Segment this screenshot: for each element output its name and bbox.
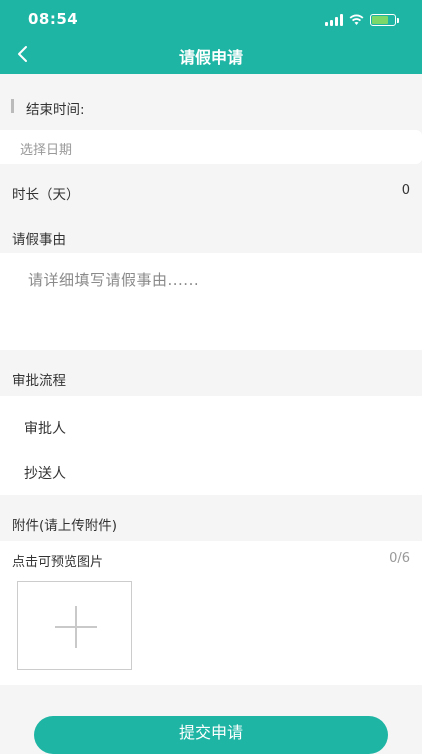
- preview-hint: 点击可预览图片: [12, 555, 104, 570]
- duration-label: 时长（天）: [12, 187, 80, 203]
- add-image-button[interactable]: [17, 581, 132, 670]
- duration-value: 0: [401, 183, 410, 198]
- signal-icon: [325, 14, 343, 26]
- page-title: 请假申请: [178, 48, 243, 67]
- approval-flow-label: 审批流程: [12, 373, 66, 389]
- reason-label: 请假事由: [12, 232, 66, 248]
- attachment-section: 点击可预览图片 0/6: [0, 541, 422, 685]
- submit-button[interactable]: 提交申请: [34, 716, 388, 754]
- wifi-icon: [349, 14, 364, 25]
- approver-item[interactable]: 审批人: [24, 418, 66, 438]
- end-time-label: 结束时间:: [26, 102, 85, 118]
- section-marker: [11, 99, 14, 113]
- reason-textarea[interactable]: 请详细填写请假事由......: [0, 253, 422, 350]
- approval-flow-section: 审批人 抄送人: [0, 396, 422, 495]
- date-placeholder: 选择日期: [20, 143, 73, 158]
- attachment-label: 附件(请上传附件): [12, 518, 118, 534]
- cc-item[interactable]: 抄送人: [24, 463, 66, 483]
- reason-placeholder: 请详细填写请假事由......: [28, 271, 200, 289]
- status-icons: [325, 12, 399, 26]
- status-time: 08:54: [28, 10, 79, 28]
- date-picker-field[interactable]: 选择日期: [0, 130, 422, 164]
- nav-bar: 请假申请: [0, 36, 422, 74]
- battery-icon: [370, 14, 399, 26]
- status-bar: 08:54: [0, 0, 422, 36]
- attachment-count: 0/6: [389, 551, 410, 566]
